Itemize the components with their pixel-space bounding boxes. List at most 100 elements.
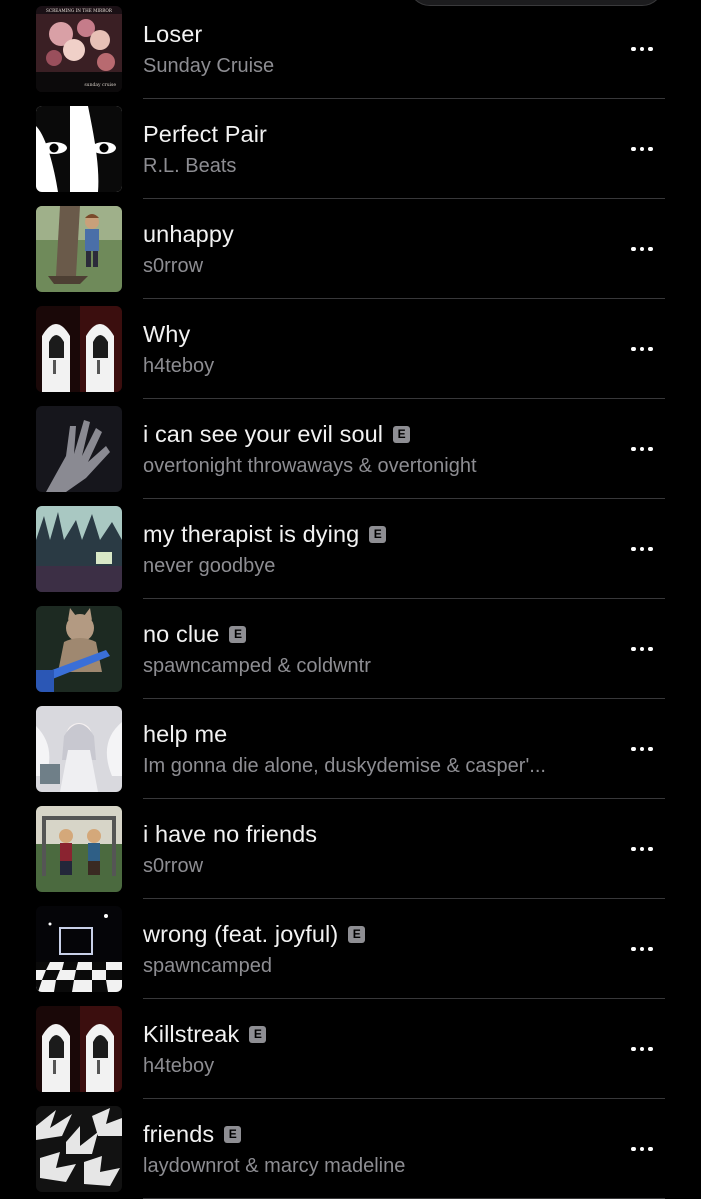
ellipsis-dot bbox=[648, 1146, 653, 1152]
track-artist: never goodbye bbox=[143, 555, 276, 577]
track-artist: h4teboy bbox=[143, 355, 215, 377]
more-options-button[interactable] bbox=[622, 734, 662, 764]
album-artwork bbox=[36, 906, 122, 992]
track-title: Killstreak bbox=[143, 1020, 240, 1047]
ellipsis-icon bbox=[631, 246, 653, 252]
album-artwork bbox=[36, 1106, 122, 1192]
ellipsis-dot bbox=[631, 1146, 636, 1152]
track-title-line: no clue E bbox=[143, 619, 247, 649]
track-title-line: wrong (feat. joyful) E bbox=[143, 919, 366, 949]
ellipsis-dot bbox=[631, 146, 636, 152]
track-row[interactable]: Perfect Pair R.L. Beats bbox=[0, 99, 701, 199]
more-options-button[interactable] bbox=[622, 1134, 662, 1164]
explicit-badge: E bbox=[369, 525, 387, 543]
ellipsis-dot bbox=[639, 46, 645, 52]
ellipsis-icon bbox=[631, 446, 653, 452]
more-options-button[interactable] bbox=[622, 534, 662, 564]
album-artwork bbox=[36, 706, 122, 792]
ellipsis-dot bbox=[639, 446, 645, 452]
explicit-badge: E bbox=[249, 1025, 267, 1043]
more-options-button[interactable] bbox=[622, 434, 662, 464]
ellipsis-dot bbox=[639, 1046, 645, 1052]
track-row[interactable]: SCREAMING IN THE MIRROR sunday cruise Lose… bbox=[0, 0, 701, 99]
track-title-line: i can see your evil soul E bbox=[143, 419, 411, 449]
track-title-line: Perfect Pair bbox=[143, 119, 267, 149]
more-options-button[interactable] bbox=[622, 934, 662, 964]
album-artwork bbox=[36, 306, 122, 392]
ellipsis-dot bbox=[631, 346, 636, 352]
track-title: no clue bbox=[143, 620, 220, 647]
more-options-button[interactable] bbox=[622, 334, 662, 364]
track-title-line: Loser bbox=[143, 19, 202, 49]
track-title: Loser bbox=[143, 20, 203, 47]
more-options-button[interactable] bbox=[622, 834, 662, 864]
explicit-badge: E bbox=[224, 1125, 242, 1143]
track-title-line: unhappy bbox=[143, 219, 234, 249]
ellipsis-dot bbox=[631, 946, 636, 952]
track-title: unhappy bbox=[143, 220, 234, 247]
ellipsis-dot bbox=[639, 1146, 645, 1152]
album-artwork bbox=[36, 806, 122, 892]
ellipsis-icon bbox=[631, 146, 653, 152]
ellipsis-dot bbox=[639, 546, 645, 552]
track-row[interactable]: Killstreak Eh4teboy bbox=[0, 999, 701, 1099]
track-row[interactable]: help me Im gonna die alone, duskydemise &… bbox=[0, 699, 701, 799]
more-options-button[interactable] bbox=[622, 34, 662, 64]
track-row[interactable]: my therapist is dying E never goodbye bbox=[0, 499, 701, 599]
ellipsis-dot bbox=[631, 846, 636, 852]
more-options-button[interactable] bbox=[622, 134, 662, 164]
ellipsis-dot bbox=[639, 646, 645, 652]
track-artist: Im gonna die alone, duskydemise & casper… bbox=[143, 755, 546, 777]
ellipsis-dot bbox=[648, 1046, 653, 1052]
album-artwork bbox=[36, 106, 122, 192]
ellipsis-icon bbox=[631, 46, 653, 52]
track-artist: R.L. Beats bbox=[143, 155, 237, 177]
ellipsis-dot bbox=[648, 146, 653, 152]
explicit-badge: E bbox=[348, 925, 366, 943]
ellipsis-icon bbox=[631, 846, 653, 852]
track-title: i can see your evil soul bbox=[143, 420, 384, 447]
track-row[interactable]: i have no friends s0rrow bbox=[0, 799, 701, 899]
track-row[interactable]: friends Elaydownrot & marcy madeline bbox=[0, 1099, 701, 1199]
track-row[interactable]: wrong (feat. joyful) Espawncamped bbox=[0, 899, 701, 999]
ellipsis-dot bbox=[631, 246, 636, 252]
ellipsis-icon bbox=[631, 1146, 653, 1152]
track-title-line: my therapist is dying E bbox=[143, 519, 387, 549]
track-title-line: Why bbox=[143, 319, 190, 349]
more-options-button[interactable] bbox=[622, 1034, 662, 1064]
ellipsis-dot bbox=[648, 246, 653, 252]
album-artwork: SCREAMING IN THE MIRROR sunday cruise bbox=[36, 6, 122, 92]
ellipsis-icon bbox=[631, 746, 653, 752]
track-title: friends bbox=[143, 1120, 215, 1147]
ellipsis-dot bbox=[639, 346, 645, 352]
track-artist: spawncamped bbox=[143, 955, 272, 977]
track-title: Perfect Pair bbox=[143, 120, 267, 147]
ellipsis-dot bbox=[631, 746, 636, 752]
ellipsis-dot bbox=[648, 846, 653, 852]
ellipsis-dot bbox=[648, 546, 653, 552]
track-title-line: friends E bbox=[143, 1119, 242, 1149]
track-title-line: Killstreak E bbox=[143, 1019, 267, 1049]
explicit-badge: E bbox=[393, 425, 411, 443]
more-options-button[interactable] bbox=[622, 234, 662, 264]
album-artwork bbox=[36, 506, 122, 592]
ellipsis-dot bbox=[631, 446, 636, 452]
ellipsis-dot bbox=[639, 946, 645, 952]
track-row[interactable]: no clue Espawncamped & coldwntr bbox=[0, 599, 701, 699]
track-artist: spawncamped & coldwntr bbox=[143, 655, 371, 677]
ellipsis-dot bbox=[631, 46, 636, 52]
ellipsis-dot bbox=[631, 1046, 636, 1052]
ellipsis-icon bbox=[631, 946, 653, 952]
explicit-badge: E bbox=[229, 625, 247, 643]
track-title: wrong (feat. joyful) bbox=[143, 920, 339, 947]
track-title-line: help me bbox=[143, 719, 227, 749]
track-artist: overtonight throwaways & overtonight bbox=[143, 455, 477, 477]
album-artwork bbox=[36, 406, 122, 492]
track-row[interactable]: Why h4teboy bbox=[0, 299, 701, 399]
ellipsis-icon bbox=[631, 346, 653, 352]
track-row[interactable]: unhappy s0rrow bbox=[0, 199, 701, 299]
track-row[interactable]: i can see your evil soul Eovertonight thr… bbox=[0, 399, 701, 499]
more-options-button[interactable] bbox=[622, 634, 662, 664]
album-artwork bbox=[36, 206, 122, 292]
track-artist: laydownrot & marcy madeline bbox=[143, 1155, 406, 1177]
